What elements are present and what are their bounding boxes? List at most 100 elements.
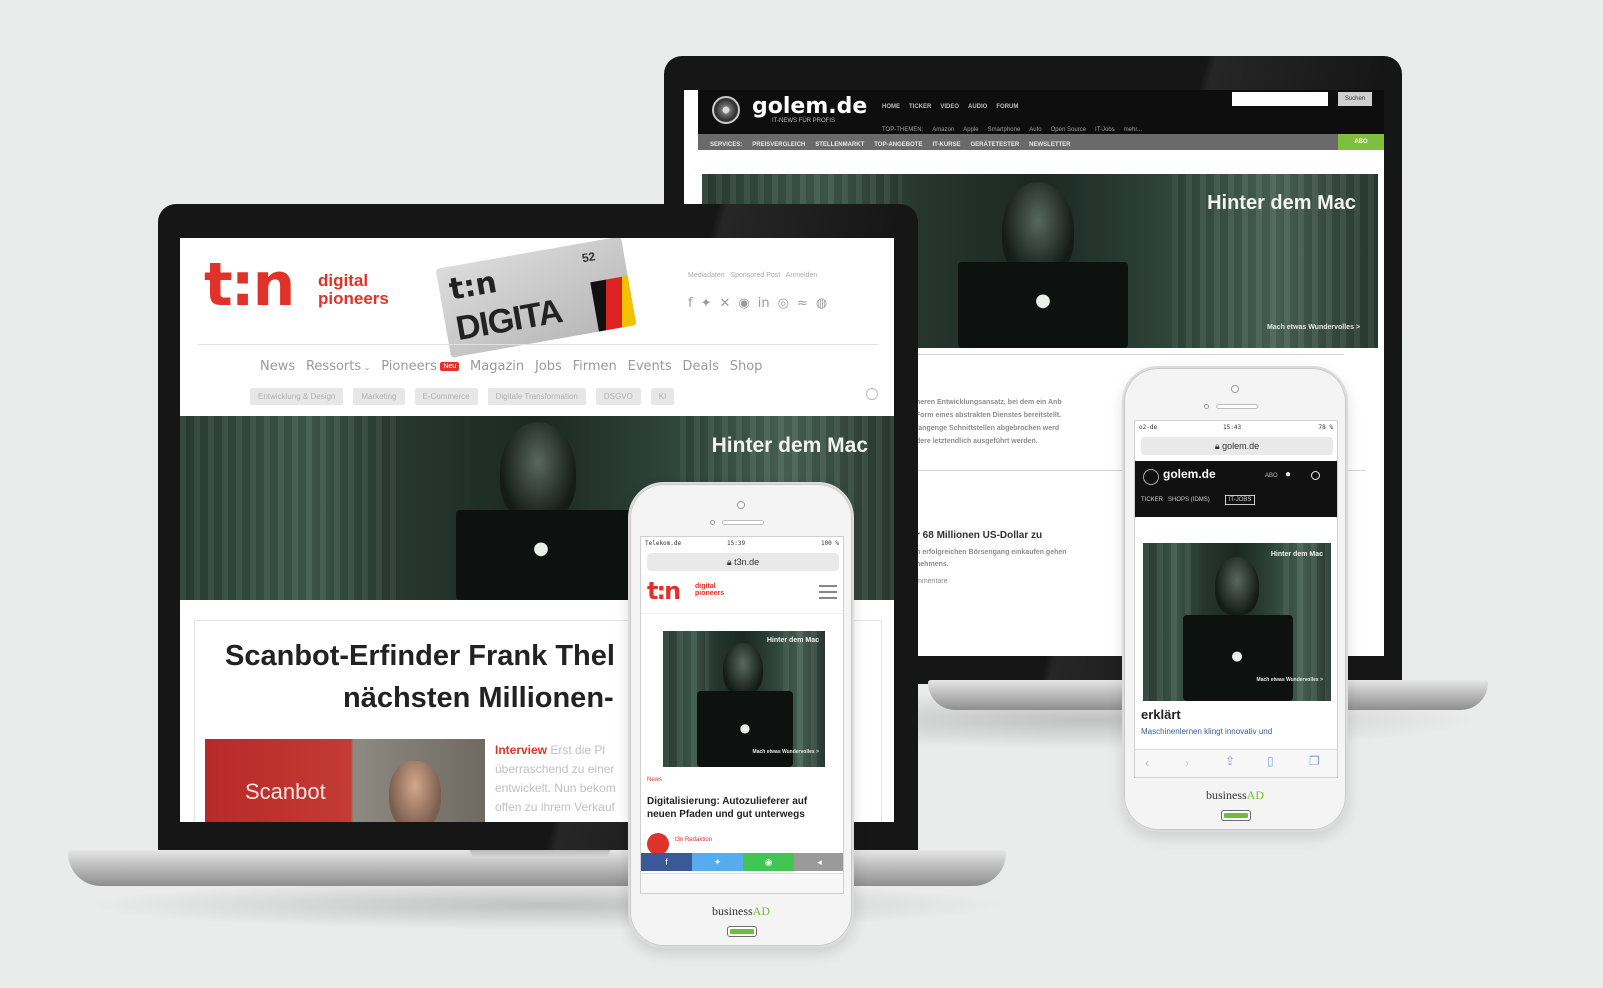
golem-topic[interactable]: Smartphone: [988, 127, 1021, 133]
brand-accent: AD: [752, 904, 770, 918]
golem-service[interactable]: GERÄTETESTER: [971, 142, 1020, 148]
url-bar[interactable]: 🔒︎ golem.de: [1141, 437, 1333, 455]
whatsapp-icon[interactable]: ◉: [738, 296, 749, 311]
golem-topic[interactable]: mehr...: [1124, 127, 1142, 133]
t3n-mobile-logo[interactable]: t:n: [647, 577, 681, 605]
mobile-hero-ad[interactable]: ● Hinter dem Mac Mach etwas Wundervolles…: [663, 631, 825, 767]
twitter-icon[interactable]: ✦: [701, 296, 712, 311]
golem-service[interactable]: PREISVERGLEICH: [752, 142, 805, 148]
chip-ki[interactable]: KI: [650, 388, 675, 405]
chip-marketing[interactable]: Marketing: [353, 388, 405, 405]
chevron-down-icon[interactable]: ⌄: [361, 363, 371, 372]
tab-itjobs[interactable]: IT-JOBS: [1224, 495, 1256, 505]
back-icon[interactable]: ‹: [1145, 756, 1149, 770]
home-button[interactable]: [1221, 810, 1251, 821]
header-divider: [198, 344, 878, 345]
golem-topic[interactable]: Amazon: [932, 127, 954, 133]
golem-nav-item[interactable]: TICKER: [909, 104, 931, 110]
top-link-sponsored[interactable]: Sponsored Post: [730, 272, 780, 279]
golem-article2-meta[interactable]: mmentare: [916, 578, 948, 585]
golem-service[interactable]: STELLENMARKT: [815, 142, 864, 148]
golem-nav-item[interactable]: HOME: [882, 104, 900, 110]
home-button[interactable]: [727, 926, 757, 937]
tab-ticker[interactable]: TICKER: [1141, 497, 1163, 503]
hero-cta[interactable]: Mach etwas Wundervolles >: [1267, 324, 1360, 331]
golem-nav-item[interactable]: VIDEO: [940, 104, 959, 110]
chip-dsgvo[interactable]: DSGVO: [595, 388, 641, 405]
hero-cta[interactable]: Mach etwas Wundervolles >: [753, 749, 819, 755]
status-bar: Telekom.de 15:39 100 %: [645, 540, 841, 547]
hamburger-menu-icon[interactable]: [819, 585, 837, 599]
rss-icon[interactable]: ≈: [797, 296, 808, 311]
linkedin-icon[interactable]: in: [758, 296, 770, 311]
nav-events[interactable]: Events: [628, 359, 672, 374]
golem-abo-button[interactable]: ABO: [1338, 134, 1384, 150]
tab-shops[interactable]: SHOPS (IDMS): [1168, 497, 1210, 503]
nav-firmen[interactable]: Firmen: [573, 359, 617, 374]
top-link-anmelden[interactable]: Anmelden: [786, 272, 818, 279]
whatsapp-icon[interactable]: ◉: [743, 853, 794, 871]
t3n-logo[interactable]: t:n: [204, 250, 295, 320]
chip-entwicklung[interactable]: Entwicklung & Design: [250, 388, 344, 405]
golem-service[interactable]: IT-KURSE: [932, 142, 960, 148]
url-bar[interactable]: 🔒︎ t3n.de: [647, 553, 839, 571]
t3n-logo-sub: digital pioneers: [318, 272, 389, 308]
author-name[interactable]: t3n Redaktion: [675, 837, 712, 843]
golem-service[interactable]: NEWSLETTER: [1029, 142, 1070, 148]
golem-nav-item[interactable]: FORUM: [996, 104, 1018, 110]
magazine-cover[interactable]: t:n 52 DIGITA: [435, 238, 637, 358]
nav-deals[interactable]: Deals: [683, 359, 719, 374]
golem-nav-item[interactable]: AUDIO: [968, 104, 987, 110]
mobile-headline[interactable]: erklärt: [1141, 707, 1181, 722]
facebook-icon[interactable]: f: [688, 296, 693, 311]
golem-article-text: neren Entwicklungsansatz, bei dem ein An…: [916, 396, 1062, 448]
bookmarks-icon[interactable]: ▯: [1267, 754, 1274, 768]
golem-topic[interactable]: Apple: [963, 127, 978, 133]
nav-jobs[interactable]: Jobs: [535, 359, 562, 374]
twitter-icon[interactable]: ✦: [692, 853, 743, 871]
instagram-icon[interactable]: ◎: [778, 296, 789, 311]
golem-topic[interactable]: Auto: [1029, 127, 1041, 133]
golem-logo[interactable]: golem.de: [752, 94, 867, 119]
user-icon[interactable]: ●: [1285, 469, 1291, 480]
top-link-mediadaten[interactable]: Mediadaten: [688, 272, 725, 279]
golem-header: golem.de IT-NEWS FÜR PROFIS HOME TICKER VI…: [698, 90, 1384, 134]
golem-topic[interactable]: IT-Jobs: [1095, 127, 1115, 133]
facebook-icon[interactable]: f: [641, 853, 692, 871]
golem-search-button[interactable]: Suchen: [1338, 92, 1372, 106]
article-kicker[interactable]: Interview: [495, 743, 547, 757]
nav-news[interactable]: News: [260, 359, 295, 374]
nav-ressorts[interactable]: Ressorts: [306, 359, 361, 374]
phone-camera: [737, 501, 745, 509]
brand-accent: AD: [1246, 788, 1264, 802]
golem-abo-link[interactable]: ABO: [1265, 473, 1278, 479]
share-icon[interactable]: ◂: [794, 853, 843, 871]
golem-service[interactable]: TOP-ANGEBOTE: [874, 142, 922, 148]
chip-transformation[interactable]: Digitale Transformation: [487, 388, 586, 405]
category-label[interactable]: News: [647, 777, 662, 783]
new-badge: Neu: [440, 362, 460, 372]
phone-speaker: [722, 520, 764, 525]
author-avatar[interactable]: [647, 833, 669, 855]
mobile-hero-ad[interactable]: ● Hinter dem Mac Mach etwas Wundervolles…: [1143, 543, 1331, 701]
golem-mobile-logo[interactable]: golem.de: [1163, 467, 1216, 481]
golem-search-input[interactable]: [1232, 92, 1328, 106]
search-icon[interactable]: [866, 388, 878, 400]
hero-cta[interactable]: Mach etwas Wundervolles >: [1257, 677, 1323, 683]
article-line: nehmens.: [916, 561, 949, 568]
golem-article2-title[interactable]: r 68 Millionen US-Dollar zu: [916, 530, 1042, 541]
golem-topic[interactable]: Open Source: [1051, 127, 1086, 133]
article-image[interactable]: Scanbot: [205, 739, 485, 822]
nav-shop[interactable]: Shop: [730, 359, 763, 374]
share-icon[interactable]: ⇪: [1225, 754, 1235, 768]
search-icon[interactable]: [1311, 471, 1320, 480]
forward-icon[interactable]: ›: [1185, 756, 1189, 770]
apple-logo-icon: ●: [1231, 649, 1243, 664]
nav-magazin[interactable]: Magazin: [470, 359, 524, 374]
nav-pioneers[interactable]: Pioneers: [381, 359, 436, 374]
podcast-icon[interactable]: ◍: [816, 296, 827, 311]
chip-ecommerce[interactable]: E-Commerce: [414, 388, 478, 405]
tabs-icon[interactable]: ❐: [1309, 754, 1320, 768]
mobile-headline[interactable]: Digitalisierung: Autozulieferer auf neue…: [647, 795, 837, 821]
xing-icon[interactable]: ✕: [719, 296, 730, 311]
